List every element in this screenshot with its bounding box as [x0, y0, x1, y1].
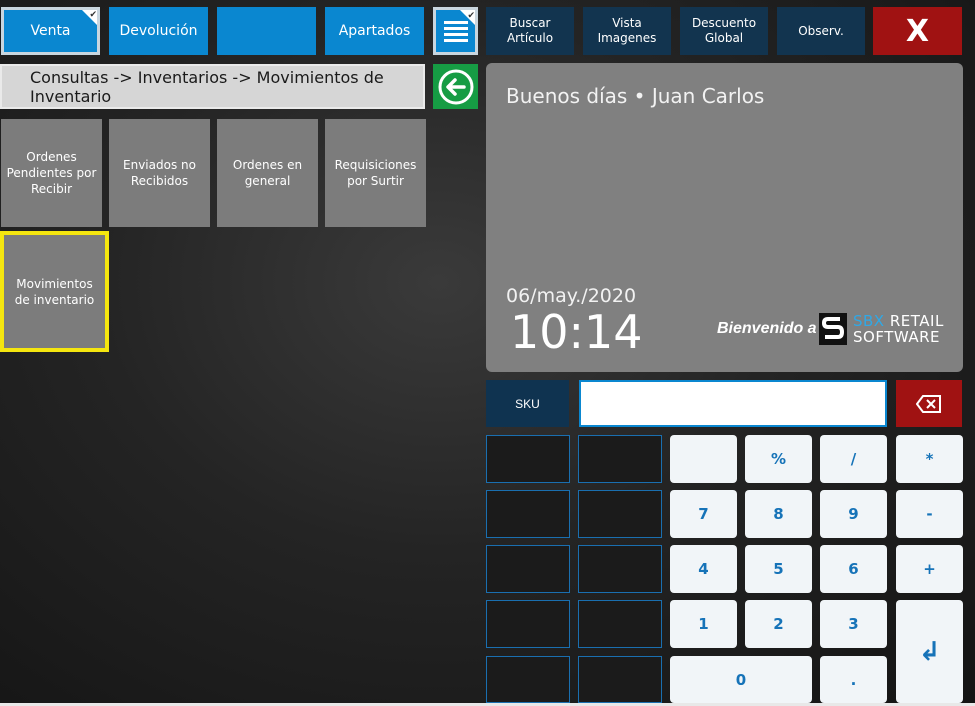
vista-imagenes-button[interactable]: Vista Imagenes — [583, 7, 671, 55]
buscar-articulo-line1: Buscar — [509, 16, 551, 30]
observ-label: Observ. — [798, 23, 844, 38]
checkmark-icon — [460, 10, 475, 25]
sku-label: SKU — [486, 380, 569, 427]
key-divide[interactable]: / — [820, 435, 887, 483]
key-label: 7 — [698, 505, 709, 523]
key-label: 5 — [773, 560, 784, 578]
vista-imagenes-line1: Vista — [612, 16, 642, 30]
observ-button[interactable]: Observ. — [777, 7, 865, 55]
key-label: 6 — [848, 560, 859, 578]
key-label: 4 — [698, 560, 709, 578]
shortcut-slot[interactable] — [578, 490, 662, 538]
key-label: 9 — [848, 505, 859, 523]
close-icon: X — [905, 13, 930, 49]
back-button[interactable] — [433, 64, 478, 109]
date-text: 06/may./2020 — [506, 285, 637, 307]
buscar-articulo-line2: Artículo — [506, 31, 554, 45]
close-button[interactable]: X — [873, 7, 962, 55]
key-label: * — [925, 450, 934, 468]
tile-ordenes-pendientes[interactable]: Ordenes Pendientes por Recibir — [1, 119, 102, 227]
key-minus[interactable]: - — [896, 490, 963, 538]
shortcut-slot[interactable] — [486, 435, 570, 483]
key-3[interactable]: 3 — [820, 600, 887, 648]
key-percent[interactable]: % — [745, 435, 812, 483]
tile-label: Ordenes en general — [232, 158, 303, 188]
key-label: 8 — [773, 505, 784, 523]
sku-label-text: SKU — [515, 396, 540, 411]
buscar-articulo-label: Buscar Artículo — [507, 16, 553, 46]
tile-requisiciones-por-surtir[interactable]: Requisiciones por Surtir — [325, 119, 426, 227]
checkmark-icon — [82, 10, 97, 25]
sku-input[interactable] — [579, 380, 887, 427]
sbx-logo-text: SBX RETAIL SOFTWARE — [853, 313, 944, 345]
mode-blank-button[interactable] — [217, 7, 316, 55]
mode-venta-button[interactable]: Venta — [1, 7, 100, 55]
menu-button[interactable] — [433, 7, 478, 55]
vista-imagenes-line2: Imagenes — [597, 31, 657, 45]
key-decimal[interactable]: . — [820, 656, 887, 703]
descuento-global-button[interactable]: Descuento Global — [680, 7, 768, 55]
key-6[interactable]: 6 — [820, 545, 887, 593]
shortcut-slot[interactable] — [486, 545, 570, 593]
key-label: 0 — [735, 670, 747, 689]
tile-label: Ordenes Pendientes por Recibir — [6, 150, 97, 196]
mode-apartados-label: Apartados — [338, 23, 411, 39]
tile-label: Requisiciones por Surtir — [334, 158, 417, 188]
tile-label: Enviados no Recibidos — [123, 158, 196, 188]
sbx-logo-icon — [819, 313, 847, 345]
descuento-global-line1: Descuento — [691, 16, 757, 30]
shortcut-slot[interactable] — [578, 545, 662, 593]
key-1[interactable]: 1 — [670, 600, 737, 648]
greeting-text: Buenos días • Juan Carlos — [506, 84, 765, 108]
backspace-button[interactable] — [896, 380, 962, 427]
key-label: + — [923, 560, 936, 578]
key-plus[interactable]: + — [896, 545, 963, 593]
key-2[interactable]: 2 — [745, 600, 812, 648]
key-0[interactable]: 0 — [670, 656, 812, 703]
enter-icon: ↲ — [918, 636, 941, 667]
shortcut-slot[interactable] — [486, 490, 570, 538]
breadcrumb-text: Consultas -> Inventarios -> Movimientos … — [30, 67, 384, 106]
time-text: 10:14 — [510, 305, 643, 359]
descuento-global-line2: Global — [704, 31, 744, 45]
shortcut-slot[interactable] — [486, 656, 570, 703]
tile-enviados-no-recibidos[interactable]: Enviados no Recibidos — [109, 119, 210, 227]
shortcut-slot[interactable] — [578, 656, 662, 703]
shortcut-slot[interactable] — [486, 600, 570, 648]
mode-venta-label: Venta — [30, 23, 71, 39]
logo-software: SOFTWARE — [853, 328, 941, 346]
key-label: 2 — [773, 615, 784, 633]
mode-devolucion-button[interactable]: Devolución — [109, 7, 208, 55]
key-label: / — [850, 450, 857, 468]
backspace-icon — [916, 394, 941, 413]
breadcrumb: Consultas -> Inventarios -> Movimientos … — [0, 64, 425, 109]
descuento-global-label: Descuento Global — [692, 16, 756, 46]
tile-ordenes-en-general[interactable]: Ordenes en general — [217, 119, 318, 227]
enter-key[interactable]: ↲ — [896, 600, 963, 703]
tile-label: Movimientos de inventario — [14, 276, 95, 307]
key-multiply[interactable]: * — [896, 435, 963, 483]
key-label: - — [926, 505, 933, 523]
key-7[interactable]: 7 — [670, 490, 737, 538]
shortcut-slot[interactable] — [578, 600, 662, 648]
shortcut-slot[interactable] — [578, 435, 662, 483]
key-blank[interactable] — [670, 435, 737, 483]
buscar-articulo-button[interactable]: Buscar Artículo — [486, 7, 574, 55]
key-label: 1 — [698, 615, 709, 633]
key-4[interactable]: 4 — [670, 545, 737, 593]
tile-movimientos-de-inventario[interactable]: Movimientos de inventario — [0, 231, 109, 352]
mode-apartados-button[interactable]: Apartados — [325, 7, 424, 55]
arrow-left-icon — [438, 69, 473, 104]
key-label: 3 — [848, 615, 859, 633]
bienvenido-text: Bienvenido a — [717, 320, 817, 337]
mode-devolucion-label: Devolución — [119, 23, 198, 39]
key-label: . — [850, 670, 857, 689]
key-label: % — [770, 450, 787, 468]
key-9[interactable]: 9 — [820, 490, 887, 538]
key-5[interactable]: 5 — [745, 545, 812, 593]
welcome-panel: Buenos días • Juan Carlos 06/may./2020 1… — [486, 63, 963, 372]
vista-imagenes-label: Vista Imagenes — [598, 16, 657, 46]
key-8[interactable]: 8 — [745, 490, 812, 538]
